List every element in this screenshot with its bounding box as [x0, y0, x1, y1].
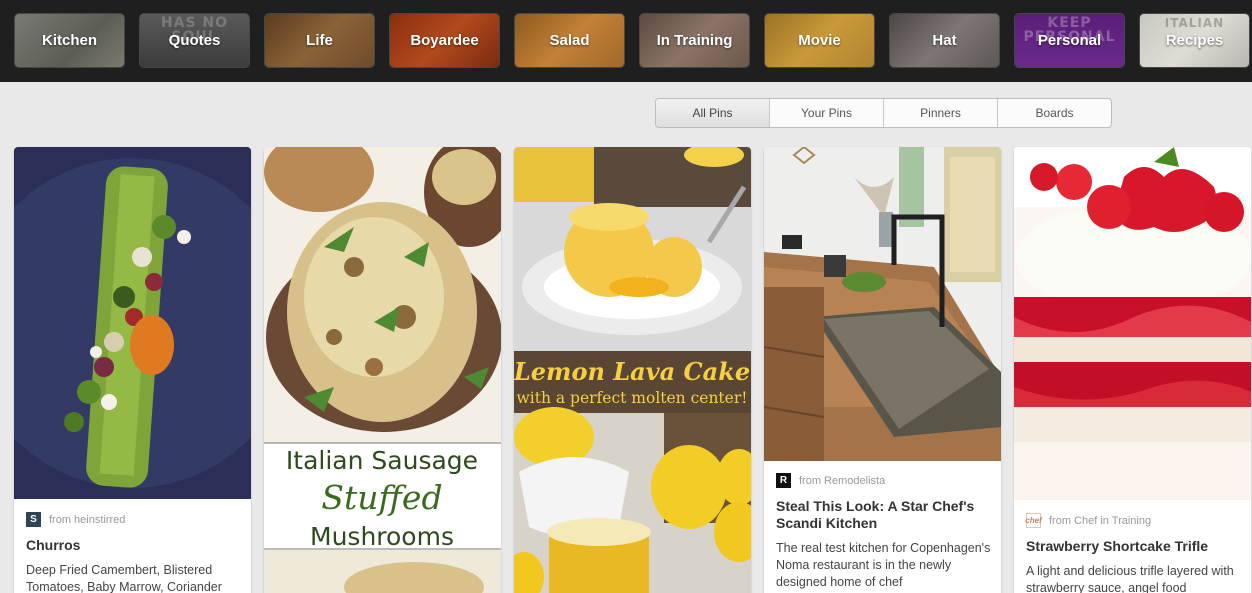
- pin-title[interactable]: Churros: [26, 537, 241, 554]
- board-kitchen[interactable]: Kitchen: [14, 13, 125, 68]
- overlay-line-2: with a perfect molten center!: [517, 389, 748, 407]
- pin-image-scandi-kitchen[interactable]: [764, 147, 1001, 461]
- pin-source-label: from Chef in Training: [1049, 514, 1152, 527]
- overlay-line-2: Stuffed: [321, 478, 442, 517]
- pin-title[interactable]: Steal This Look: A Star Chef's Scandi Ki…: [776, 498, 991, 532]
- board-label: Movie: [798, 32, 841, 49]
- pin-source[interactable]: R from Remodelista: [776, 473, 991, 488]
- tab-all-pins[interactable]: All Pins: [656, 99, 770, 127]
- board-life[interactable]: Life: [264, 13, 375, 68]
- overlay-line-1: Lemon Lava Cake: [514, 357, 750, 386]
- source-icon: chef: [1025, 513, 1042, 528]
- pin-description: Deep Fried Camembert, Blistered Tomatoes…: [26, 563, 222, 593]
- board-salad[interactable]: Salad: [514, 13, 625, 68]
- pin-source[interactable]: chef from Chef in Training: [1025, 513, 1241, 528]
- pin-image-lemon-lava-cake[interactable]: Lemon Lava Cake with a perfect molten ce…: [514, 147, 751, 593]
- pin-image-stuffed-mushrooms[interactable]: Italian Sausage Stuffed Mushrooms: [264, 147, 501, 593]
- board-label: Personal: [1037, 32, 1102, 49]
- pin-image-churros[interactable]: [14, 147, 251, 499]
- board-hat[interactable]: Hat: [889, 13, 1000, 68]
- board-label: In Training: [656, 32, 733, 49]
- board-bar: Kitchen HAS NO SOUL Quotes Life Boyardee…: [0, 0, 1252, 82]
- pin-description: The real test kitchen for Copenhagen's N…: [776, 541, 991, 589]
- pin-filter-tabs: All Pins Your Pins Pinners Boards: [655, 98, 1112, 128]
- board-label: Salad: [549, 32, 590, 49]
- pin-source[interactable]: S from heinstirred: [26, 512, 241, 527]
- source-icon: S: [26, 512, 41, 527]
- board-label: Life: [306, 32, 333, 49]
- board-label: Boyardee: [410, 32, 479, 49]
- overlay-line-3: Mushrooms: [310, 522, 454, 551]
- tab-your-pins[interactable]: Your Pins: [770, 99, 884, 127]
- board-recipes[interactable]: ITALIAN Recipes: [1139, 13, 1250, 68]
- board-movie[interactable]: Movie: [764, 13, 875, 68]
- board-label: Recipes: [1165, 32, 1224, 49]
- board-boyardee[interactable]: Boyardee: [389, 13, 500, 68]
- pin-title[interactable]: Strawberry Shortcake Trifle: [1026, 538, 1241, 555]
- board-label: Quotes: [168, 32, 221, 49]
- overlay-line-1: Italian Sausage: [286, 446, 478, 475]
- pin-card-strawberry-trifle[interactable]: chef from Chef in Training Strawberry Sh…: [1014, 147, 1251, 593]
- pin-card-lemon-lava-cake[interactable]: Lemon Lava Cake with a perfect molten ce…: [514, 147, 751, 593]
- board-thumbnail-text: ITALIAN: [1164, 16, 1225, 30]
- pin-image-strawberry-trifle[interactable]: [1014, 147, 1251, 500]
- board-label: Hat: [932, 32, 957, 49]
- tab-pinners[interactable]: Pinners: [884, 99, 998, 127]
- tab-boards[interactable]: Boards: [998, 99, 1111, 127]
- pin-source-label: from Remodelista: [799, 474, 886, 487]
- board-quotes[interactable]: HAS NO SOUL Quotes: [139, 13, 250, 68]
- board-in-training[interactable]: In Training: [639, 13, 750, 68]
- board-personal[interactable]: KEEP PERSONAL Personal: [1014, 13, 1125, 68]
- pin-card-churros[interactable]: S from heinstirred Churros Deep Fried Ca…: [14, 147, 251, 593]
- source-icon: R: [776, 473, 791, 488]
- pin-card-stuffed-mushrooms[interactable]: Italian Sausage Stuffed Mushrooms: [264, 147, 501, 593]
- pin-source-label: from heinstirred: [49, 513, 126, 526]
- board-label: Kitchen: [41, 32, 97, 49]
- pin-card-scandi-kitchen[interactable]: R from Remodelista Steal This Look: A St…: [764, 147, 1001, 593]
- pin-description: A light and delicious trifle layered wit…: [1026, 564, 1234, 593]
